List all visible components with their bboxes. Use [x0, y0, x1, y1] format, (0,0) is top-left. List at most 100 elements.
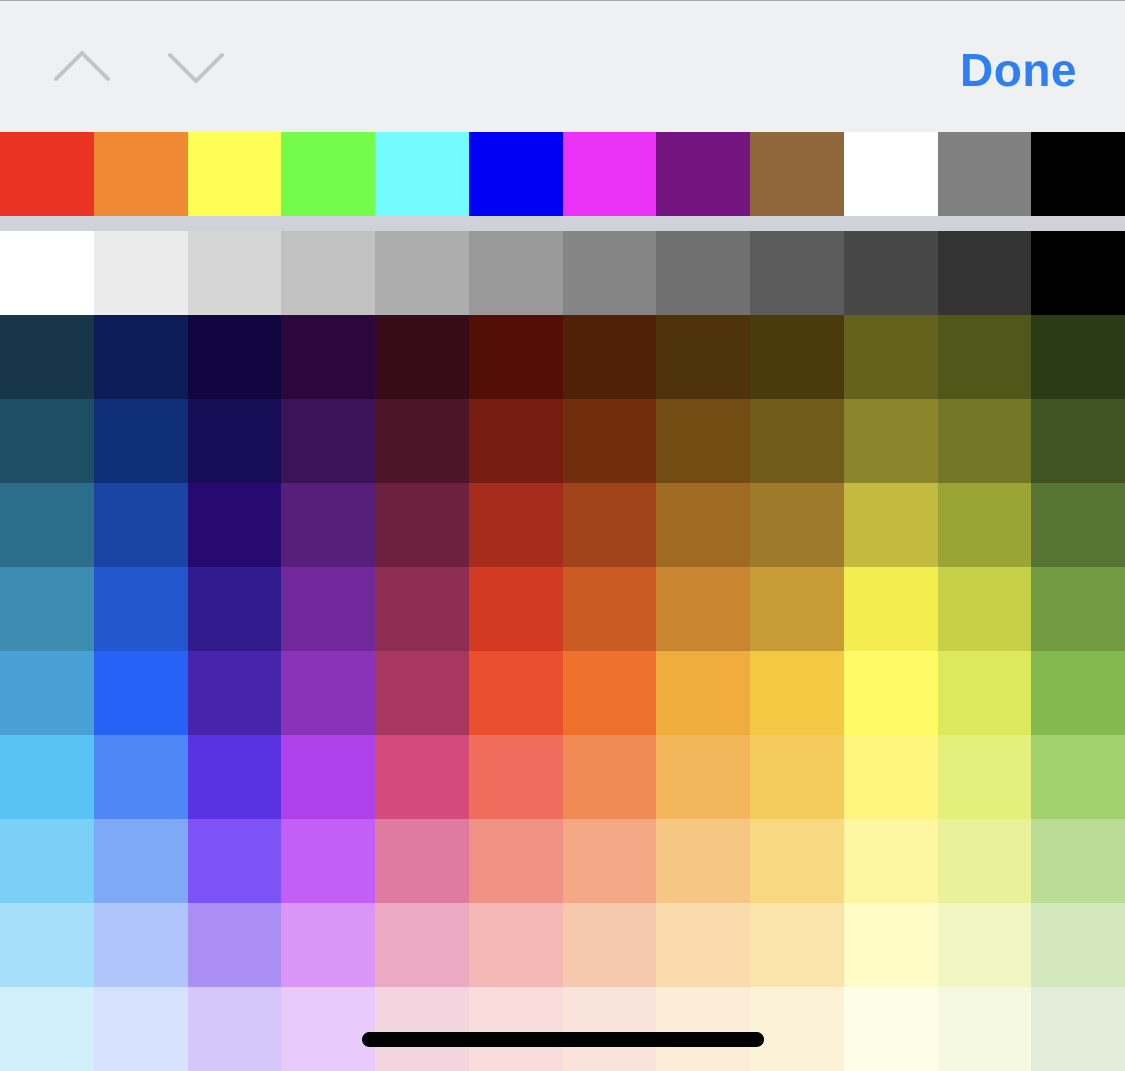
color-swatch[interactable] [937, 315, 1032, 399]
color-swatch[interactable] [1031, 819, 1125, 903]
color-swatch[interactable] [281, 315, 375, 399]
color-swatch[interactable] [843, 483, 938, 567]
color-swatch[interactable] [843, 903, 938, 987]
color-swatch[interactable] [93, 987, 188, 1071]
color-swatch[interactable] [187, 132, 282, 216]
color-swatch[interactable] [375, 651, 469, 735]
color-swatch[interactable] [750, 819, 844, 903]
color-swatch[interactable] [375, 399, 469, 483]
color-swatch[interactable] [750, 315, 844, 399]
color-swatch[interactable] [468, 567, 563, 651]
color-swatch[interactable] [656, 903, 750, 987]
color-swatch[interactable] [937, 132, 1032, 216]
color-swatch[interactable] [0, 399, 94, 483]
color-swatch[interactable] [1031, 651, 1125, 735]
color-swatch[interactable] [562, 735, 657, 819]
color-swatch[interactable] [0, 735, 94, 819]
color-swatch[interactable] [1031, 132, 1125, 216]
color-swatch[interactable] [750, 132, 844, 216]
color-swatch[interactable] [468, 315, 563, 399]
color-swatch[interactable] [843, 987, 938, 1071]
color-swatch[interactable] [375, 987, 469, 1071]
color-swatch[interactable] [281, 483, 375, 567]
color-swatch[interactable] [843, 132, 938, 216]
color-swatch[interactable] [0, 651, 94, 735]
next-button[interactable] [164, 41, 228, 93]
done-button[interactable]: Done [960, 43, 1077, 97]
color-swatch[interactable] [656, 483, 750, 567]
color-swatch[interactable] [843, 651, 938, 735]
color-swatch[interactable] [0, 987, 94, 1071]
color-swatch[interactable] [468, 231, 563, 315]
color-swatch[interactable] [187, 315, 282, 399]
color-swatch[interactable] [93, 231, 188, 315]
color-swatch[interactable] [843, 567, 938, 651]
color-swatch[interactable] [375, 231, 469, 315]
color-swatch[interactable] [468, 399, 563, 483]
color-swatch[interactable] [281, 819, 375, 903]
color-swatch[interactable] [1031, 315, 1125, 399]
color-swatch[interactable] [562, 651, 657, 735]
color-swatch[interactable] [656, 819, 750, 903]
color-swatch[interactable] [187, 987, 282, 1071]
color-swatch[interactable] [750, 483, 844, 567]
color-swatch[interactable] [656, 651, 750, 735]
color-swatch[interactable] [843, 819, 938, 903]
previous-button[interactable] [50, 41, 114, 93]
color-swatch[interactable] [656, 399, 750, 483]
color-swatch[interactable] [93, 399, 188, 483]
color-swatch[interactable] [93, 735, 188, 819]
color-swatch[interactable] [0, 132, 94, 216]
color-swatch[interactable] [468, 651, 563, 735]
color-swatch[interactable] [937, 735, 1032, 819]
color-swatch[interactable] [468, 903, 563, 987]
color-swatch[interactable] [281, 231, 375, 315]
color-swatch[interactable] [750, 399, 844, 483]
color-swatch[interactable] [93, 132, 188, 216]
color-swatch[interactable] [750, 903, 844, 987]
color-swatch[interactable] [468, 483, 563, 567]
color-swatch[interactable] [656, 315, 750, 399]
color-swatch[interactable] [0, 903, 94, 987]
color-swatch[interactable] [468, 735, 563, 819]
color-swatch[interactable] [187, 819, 282, 903]
color-swatch[interactable] [656, 987, 750, 1071]
color-swatch[interactable] [468, 987, 563, 1071]
color-swatch[interactable] [937, 399, 1032, 483]
color-swatch[interactable] [937, 903, 1032, 987]
color-swatch[interactable] [656, 132, 750, 216]
color-swatch[interactable] [281, 651, 375, 735]
color-swatch[interactable] [937, 987, 1032, 1071]
color-swatch[interactable] [937, 819, 1032, 903]
color-swatch[interactable] [562, 819, 657, 903]
color-swatch[interactable] [93, 483, 188, 567]
color-swatch[interactable] [1031, 231, 1125, 315]
color-swatch[interactable] [1031, 483, 1125, 567]
color-swatch[interactable] [750, 735, 844, 819]
color-swatch[interactable] [562, 483, 657, 567]
color-swatch[interactable] [0, 567, 94, 651]
color-swatch[interactable] [562, 903, 657, 987]
color-swatch[interactable] [1031, 903, 1125, 987]
color-swatch[interactable] [843, 735, 938, 819]
color-swatch[interactable] [375, 483, 469, 567]
color-swatch[interactable] [1031, 987, 1125, 1071]
color-swatch[interactable] [187, 651, 282, 735]
color-swatch[interactable] [937, 231, 1032, 315]
color-swatch[interactable] [281, 399, 375, 483]
color-swatch[interactable] [187, 399, 282, 483]
color-swatch[interactable] [375, 315, 469, 399]
color-swatch[interactable] [562, 231, 657, 315]
color-swatch[interactable] [375, 567, 469, 651]
color-swatch[interactable] [93, 567, 188, 651]
color-swatch[interactable] [187, 483, 282, 567]
color-swatch[interactable] [562, 567, 657, 651]
color-swatch[interactable] [656, 567, 750, 651]
color-swatch[interactable] [281, 132, 375, 216]
color-swatch[interactable] [93, 903, 188, 987]
color-swatch[interactable] [468, 819, 563, 903]
color-swatch[interactable] [750, 651, 844, 735]
color-swatch[interactable] [562, 399, 657, 483]
color-swatch[interactable] [187, 903, 282, 987]
color-swatch[interactable] [1031, 399, 1125, 483]
